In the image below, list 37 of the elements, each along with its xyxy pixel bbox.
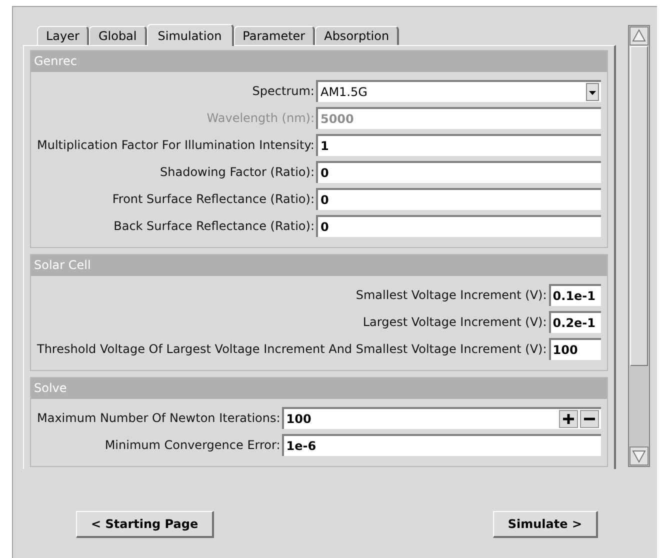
input-field[interactable]: 0 — [316, 215, 601, 237]
field-label: Largest Voltage Increment (V): — [362, 314, 547, 331]
plus-icon[interactable] — [559, 410, 578, 428]
spectrum-dropdown[interactable]: AM1.5G — [316, 80, 601, 102]
field-label: Wavelength (nm): — [206, 110, 314, 127]
section-header: Solve — [31, 378, 607, 399]
section-header: Solar Cell — [31, 255, 607, 276]
field-label: Smallest Voltage Increment (V): — [354, 287, 547, 304]
field-label: Threshold Voltage Of Largest Voltage Increment And Smallest Voltage Increment (V): — [37, 341, 547, 358]
number-spinner[interactable]: 100 — [282, 407, 601, 429]
field-label: Multiplication Factor For Illumination Intensity: — [37, 137, 314, 154]
input-field[interactable]: 0.1e-1 — [548, 284, 601, 306]
tab[interactable]: Parameter — [234, 26, 316, 45]
tab[interactable]: Absorption — [315, 26, 400, 45]
field-label: Minimum Convergence Error: — [104, 437, 280, 454]
input-field[interactable]: 1 — [316, 134, 601, 156]
field-label: Front Surface Reflectance (Ratio): — [111, 191, 314, 208]
input-field[interactable]: 1e-6 — [282, 434, 601, 456]
tab[interactable]: Layer — [37, 26, 90, 45]
input-field[interactable]: 0 — [316, 161, 601, 183]
scroll-down-icon[interactable] — [629, 446, 649, 466]
scroll-thumb[interactable] — [630, 46, 648, 366]
scroll-up-icon[interactable] — [629, 26, 649, 46]
minus-icon[interactable] — [580, 410, 599, 428]
section-header: Genrec — [31, 51, 607, 72]
field-label: Back Surface Reflectance (Ratio): — [112, 218, 314, 235]
input-field[interactable]: 0.2e-1 — [548, 311, 601, 333]
input-field[interactable]: 100 — [548, 338, 601, 360]
scrollbar[interactable] — [628, 25, 650, 467]
field-label: Shadowing Factor (Ratio): — [159, 164, 314, 181]
field-label: Spectrum: — [251, 83, 314, 100]
tab[interactable]: Simulation — [146, 24, 234, 46]
input-field[interactable]: 0 — [316, 188, 601, 210]
nav-button[interactable]: Simulate > — [492, 511, 598, 538]
tab[interactable]: Global — [89, 26, 147, 45]
nav-button[interactable]: < Starting Page — [76, 511, 214, 538]
field-label: Maximum Number Of Newton Iterations: — [37, 410, 280, 427]
